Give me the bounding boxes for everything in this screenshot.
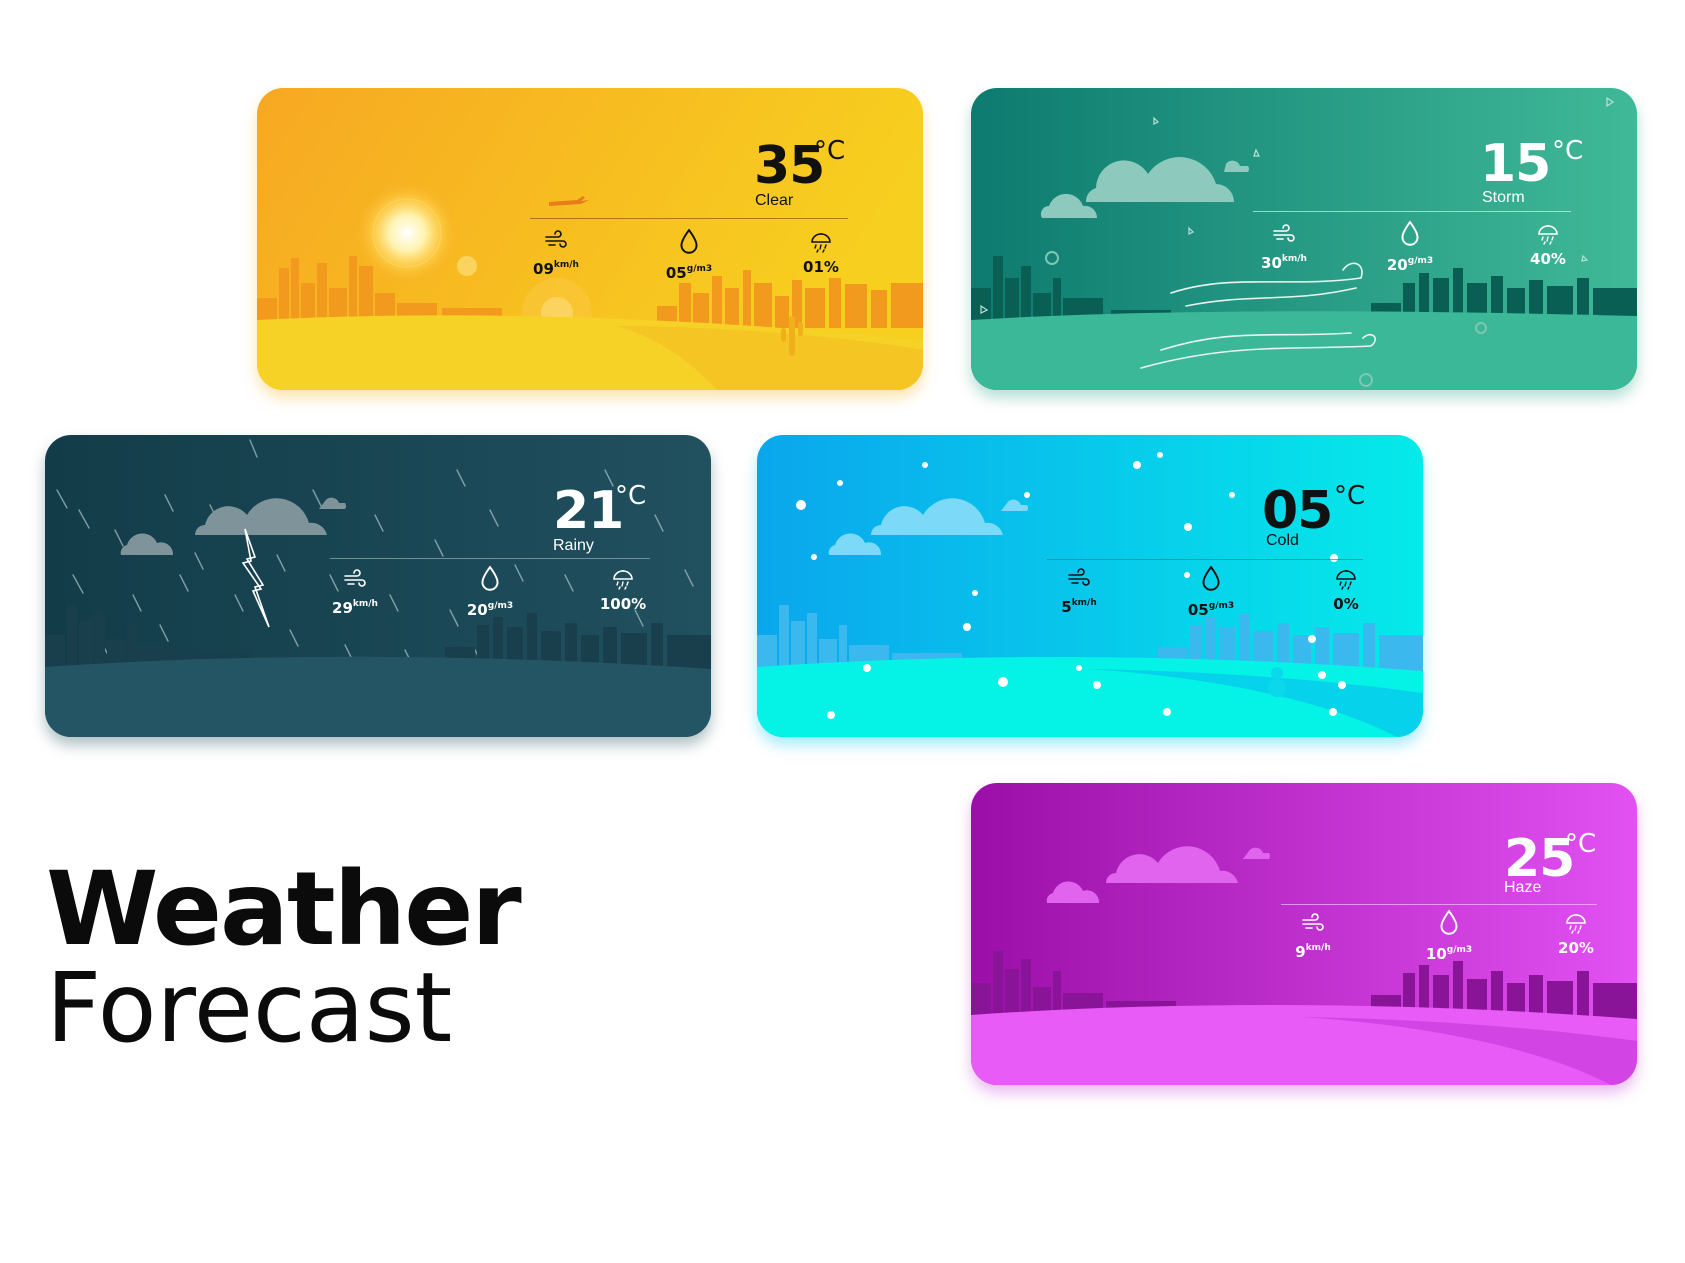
humidity-unit: g/m3 [1407, 256, 1434, 266]
wind-icon [544, 230, 568, 252]
humidity-unit: g/m3 [1208, 601, 1235, 611]
humidity-value: 05 [665, 264, 687, 282]
condition-label: Storm [1482, 189, 1525, 206]
wind-icon [343, 569, 367, 591]
humidity-value: 10 [1425, 945, 1447, 963]
humidity-icon [1399, 220, 1421, 248]
temperature-value: 15 [1480, 134, 1551, 194]
humidity-icon [678, 228, 700, 256]
wind-icon [1272, 224, 1296, 246]
wind-value: 5 [1061, 598, 1072, 616]
humidity-value: 20 [466, 601, 488, 619]
stat-humidity: 05g/m3 [1166, 565, 1256, 619]
condition-label: Clear [755, 192, 794, 209]
temperature-unit: °C [1552, 136, 1584, 166]
page-subtitle: Forecast [46, 952, 453, 1064]
wind-value: 9 [1295, 943, 1306, 961]
temperature-unit: °C [1334, 481, 1366, 511]
stat-humidity: 10g/m3 [1404, 909, 1494, 963]
condition-label: Cold [1266, 532, 1299, 549]
divider [1253, 211, 1571, 212]
wind-unit: km/h [1071, 598, 1097, 608]
weather-card-storm[interactable]: 15 °C Storm 30km/h 20g/m3 40% [971, 88, 1637, 390]
stat-wind: 9km/h [1268, 913, 1358, 961]
stat-rain-chance: 40% [1503, 222, 1593, 268]
temperature-value: 05 [1262, 481, 1333, 541]
humidity-unit: g/m3 [487, 601, 514, 611]
divider [330, 558, 650, 559]
humidity-icon [1438, 909, 1460, 937]
rain-chance-value: 01% [803, 258, 839, 276]
humidity-icon [1200, 565, 1222, 593]
stat-humidity: 20g/m3 [445, 565, 535, 619]
stat-rain-chance: 20% [1531, 911, 1621, 957]
humidity-unit: g/m3 [686, 264, 713, 274]
rain-chance-value: 0% [1333, 595, 1359, 613]
wind-value: 29 [332, 599, 353, 617]
humidity-value: 20 [1386, 256, 1408, 274]
weather-card-clear[interactable]: 35 °C Clear 09km/h 05g/m3 01% [257, 88, 923, 390]
divider [1047, 559, 1363, 560]
divider [530, 218, 848, 219]
temperature-unit: °C [615, 481, 647, 511]
divider [1281, 904, 1597, 905]
temperature-unit: °C [1565, 829, 1597, 859]
rain-chance-icon [808, 230, 834, 254]
rain-chance-icon [610, 567, 636, 591]
wind-icon [1067, 568, 1091, 590]
condition-label: Haze [1504, 879, 1542, 896]
stat-rain-chance: 0% [1301, 567, 1391, 613]
stat-wind: 5km/h [1034, 568, 1124, 616]
temperature-value: 21 [553, 481, 624, 541]
ground-hill [971, 311, 1637, 390]
wind-unit: km/h [1305, 943, 1331, 953]
weather-card-cold[interactable]: 05 °C Cold 5km/h 05g/m3 0% [757, 435, 1423, 737]
wind-value: 30 [1261, 254, 1282, 272]
rain-chance-value: 20% [1558, 939, 1594, 957]
wind-unit: km/h [553, 260, 579, 270]
condition-label: Rainy [553, 537, 594, 554]
wind-unit: km/h [1281, 254, 1307, 264]
rain-chance-icon [1563, 911, 1589, 935]
humidity-value: 05 [1187, 601, 1209, 619]
rain-chance-value: 100% [599, 595, 647, 613]
wind-value: 09 [533, 260, 554, 278]
weather-card-haze[interactable]: 25 °C Haze 9km/h 10g/m3 20% [971, 783, 1637, 1085]
stat-wind: 30km/h [1239, 224, 1329, 272]
stat-rain-chance: 100% [578, 567, 668, 613]
humidity-icon [479, 565, 501, 593]
stat-wind: 29km/h [310, 569, 400, 617]
stat-rain-chance: 01% [776, 230, 866, 276]
ground-hill [45, 656, 711, 737]
stat-humidity: 05g/m3 [644, 228, 734, 282]
stat-humidity: 20g/m3 [1365, 220, 1455, 274]
wind-unit: km/h [352, 599, 378, 609]
rain-chance-value: 40% [1530, 250, 1566, 268]
humidity-unit: g/m3 [1446, 945, 1473, 955]
page-title: Weather [46, 850, 522, 969]
rain-chance-icon [1535, 222, 1561, 246]
wind-icon [1301, 913, 1325, 935]
rain-chance-icon [1333, 567, 1359, 591]
weather-card-rainy[interactable]: 21 °C Rainy 29km/h 20g/m3 100% [45, 435, 711, 737]
stat-wind: 09km/h [511, 230, 601, 278]
temperature-unit: °C [814, 136, 846, 166]
temperature-value: 25 [1504, 829, 1575, 889]
